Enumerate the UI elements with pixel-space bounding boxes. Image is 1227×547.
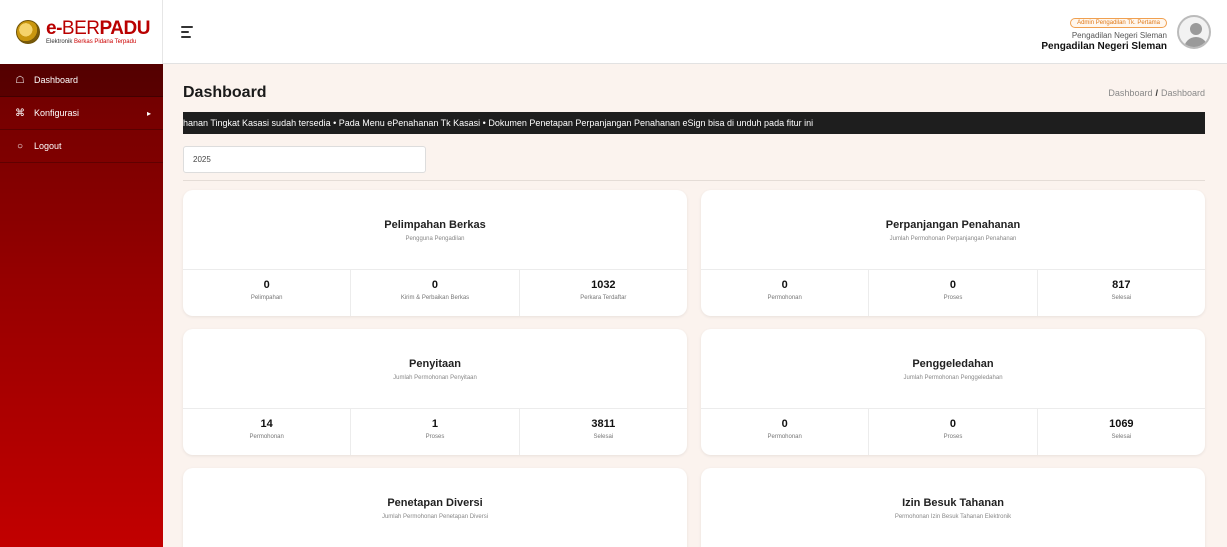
breadcrumb-current: Dashboard (1160, 88, 1205, 98)
announcement-ticker: hanan Tingkat Kasasi sudah tersedia • Pa… (183, 112, 1205, 134)
card-title: Perpanjangan Penahanan (885, 219, 1021, 231)
card-title: Izin Besuk Tahanan (902, 497, 1004, 509)
stat-perkara-terdaftar[interactable]: 1032 Perkara Terdaftar (520, 270, 687, 316)
card-penyitaan: Penyitaan Jumlah Permohonan Penyitaan 14… (183, 329, 687, 455)
brand-text: e-BERPADU Elektronik Berkas Pidana Terpa… (46, 19, 150, 45)
card-title: Penggeledahan (912, 358, 994, 370)
divider (183, 180, 1205, 181)
sidebar-item-konfigurasi[interactable]: ⌘ Konfigurasi ▸ (0, 97, 163, 130)
year-input[interactable] (183, 146, 426, 173)
user-info: Admin Pengadilan Tk. Pertama Pengadilan … (1041, 11, 1167, 52)
card-subtitle: Permohonan Izin Besuk Tahanan Elektronik (894, 514, 1012, 520)
card-penetapan-diversi: Penetapan Diversi Jumlah Permohonan Pene… (183, 468, 687, 547)
sidebar-item-dashboard[interactable]: ☖ Dashboard (0, 64, 163, 97)
stat-pelimpahan[interactable]: 0 Pelimpahan (183, 270, 352, 316)
card-penggeledahan: Penggeledahan Jumlah Permohonan Penggele… (701, 329, 1205, 455)
stat-permohonan[interactable]: 0 Permohonan (701, 409, 870, 455)
menu-toggle-icon[interactable] (181, 24, 199, 40)
sidebar-item-label: Konfigurasi (34, 108, 80, 118)
card-subtitle: Pengguna Pengadilan (405, 236, 465, 242)
card-title: Penetapan Diversi (387, 497, 483, 509)
card-izin-besuk-tahanan: Izin Besuk Tahanan Permohonan Izin Besuk… (701, 468, 1205, 547)
court-name: Pengadilan Negeri Sleman (1041, 41, 1167, 52)
home-icon: ☖ (15, 74, 25, 86)
brand-logo-area[interactable]: e-BERPADU Elektronik Berkas Pidana Terpa… (0, 0, 163, 64)
sidebar: ☖ Dashboard ⌘ Konfigurasi ▸ ○ Logout (0, 64, 163, 547)
card-subtitle: Jumlah Permohonan Penetapan Diversi (381, 514, 489, 520)
brand-subtitle: Elektronik Berkas Pidana Terpadu (46, 38, 137, 45)
sidebar-item-label: Logout (34, 141, 62, 151)
avatar[interactable] (1177, 14, 1211, 49)
page-title: Dashboard (183, 84, 267, 101)
sidebar-item-label: Dashboard (34, 75, 79, 85)
stat-permohonan[interactable]: 14 Permohonan (183, 409, 352, 455)
brand-title: e-BERPADU (46, 17, 150, 39)
card-subtitle: Jumlah Permohonan Penggeledahan (903, 375, 1003, 381)
breadcrumb: Dashboard / Dashboard (1108, 88, 1205, 98)
breadcrumb-link[interactable]: Dashboard (1108, 88, 1152, 98)
sidebar-item-logout[interactable]: ○ Logout (0, 130, 163, 163)
court-small-label: Pengadilan Negeri Sleman (1071, 31, 1167, 40)
stat-selesai[interactable]: 817 Selesai (1038, 270, 1205, 316)
stat-proses[interactable]: 0 Proses (869, 270, 1038, 316)
card-subtitle: Jumlah Permohonan Penyitaan (393, 375, 477, 381)
top-header: e-BERPADU Elektronik Berkas Pidana Terpa… (0, 0, 1227, 64)
stat-selesai[interactable]: 1069 Selesai (1038, 409, 1205, 455)
stat-kirim-perbaikan[interactable]: 0 Kirim & Perbaikan Berkas (351, 270, 520, 316)
card-perpanjangan-penahanan: Perpanjangan Penahanan Jumlah Permohonan… (701, 190, 1205, 316)
court-emblem-icon (16, 19, 40, 44)
power-icon: ○ (16, 140, 24, 152)
card-pelimpahan-berkas: Pelimpahan Berkas Pengguna Pengadilan 0P… (183, 190, 687, 316)
card-subtitle: Jumlah Permohonan Perpanjangan Penahanan (889, 236, 1017, 242)
role-badge: Admin Pengadilan Tk. Pertama (1070, 18, 1167, 28)
caret-right-icon: ▸ (146, 108, 151, 118)
card-title: Penyitaan (409, 358, 461, 370)
stat-proses[interactable]: 1 Proses (351, 409, 520, 455)
main-content: Dashboard Dashboard / Dashboard hanan Ting… (163, 64, 1227, 547)
stat-selesai[interactable]: 3811 Selesai (520, 409, 687, 455)
card-title: Pelimpahan Berkas (384, 219, 486, 231)
command-icon: ⌘ (15, 107, 25, 119)
stat-permohonan[interactable]: 0 Permohonan (701, 270, 870, 316)
stat-proses[interactable]: 0 Proses (869, 409, 1038, 455)
user-menu[interactable]: Admin Pengadilan Tk. Pertama Pengadilan … (1041, 11, 1211, 52)
